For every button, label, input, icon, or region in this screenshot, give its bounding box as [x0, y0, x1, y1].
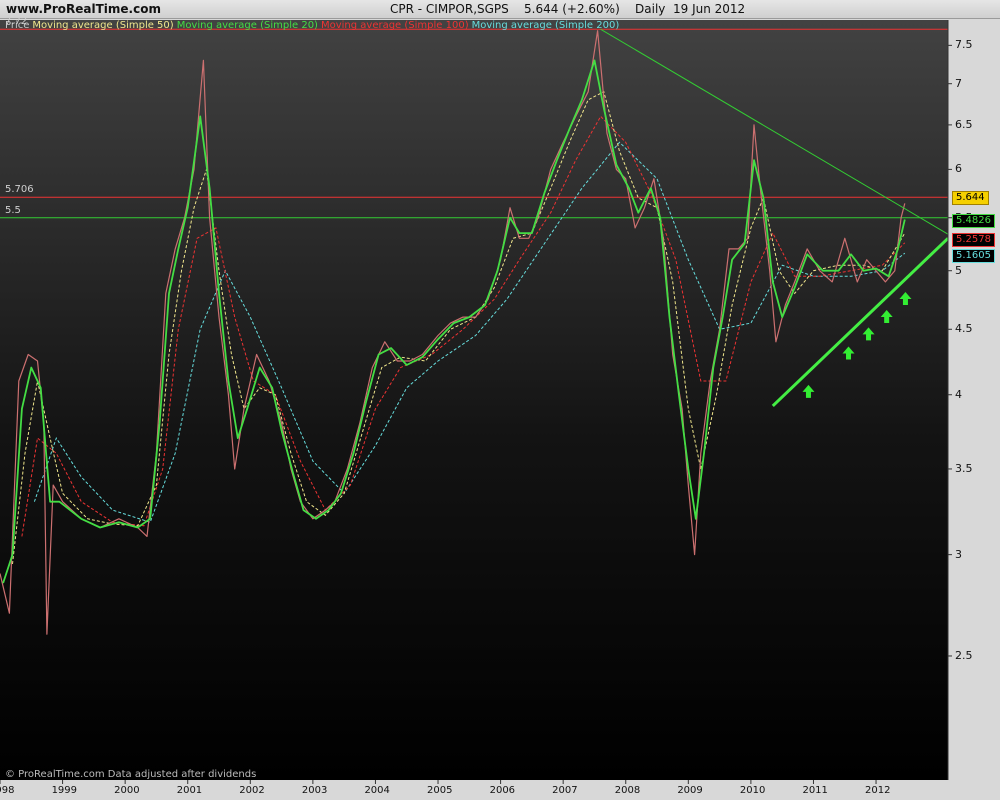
x-tick-label: 2003: [301, 785, 328, 796]
plot-background: [0, 20, 948, 780]
x-tick-label: 2008: [614, 785, 641, 796]
level-label: 7.72: [5, 16, 28, 28]
y-tick-label: 2.5: [955, 648, 973, 662]
level-label: 5.5: [5, 204, 21, 216]
y-tick-label: 5: [955, 263, 962, 277]
y-tick-label: 4: [955, 387, 962, 401]
y-axis-panel: [948, 19, 1000, 800]
legend-item: Moving average (Simple 200): [471, 20, 620, 31]
x-tick-label: 2006: [489, 785, 516, 796]
x-tick-label: 2007: [552, 785, 578, 796]
y-tick-label: 3.5: [955, 461, 973, 475]
header-bar: www.ProRealTime.com CPR - CIMPOR,SGPS 5.…: [0, 0, 1000, 19]
legend-item: Moving average (Simple 20): [176, 20, 318, 31]
x-tick-label: 1998: [0, 785, 15, 796]
footer-note: © ProRealTime.com Data adjusted after di…: [5, 769, 257, 780]
y-tick-label: 4.5: [955, 322, 973, 336]
x-tick-label: 2000: [114, 785, 140, 796]
chart-title: CPR - CIMPOR,SGPS 5.644 (+2.60%) Daily 1…: [390, 2, 746, 16]
x-tick-label: 2010: [739, 785, 766, 796]
chart-window: www.ProRealTime.com CPR - CIMPOR,SGPS 5.…: [0, 0, 1000, 800]
x-tick-label: 2012: [865, 785, 891, 796]
x-tick-label: 2005: [427, 785, 453, 796]
price-tag: 5.4826: [952, 213, 995, 228]
legend-item: Moving average (Simple 100): [320, 20, 469, 31]
price-tag: 5.2578: [952, 232, 995, 247]
x-tick-label: 2011: [802, 785, 828, 796]
legend: Price Moving average (Simple 50) Moving av…: [5, 20, 622, 31]
price-chart: [0, 19, 1000, 800]
level-label: 5.706: [5, 184, 34, 196]
site-label: www.ProRealTime.com: [6, 2, 161, 16]
y-tick-label: 7.5: [955, 38, 973, 52]
x-tick-label: 1999: [51, 785, 78, 796]
y-tick-label: 6.5: [955, 117, 973, 131]
x-tick-label: 2009: [677, 785, 703, 796]
x-tick-label: 2001: [176, 785, 203, 796]
price-tag: 5.644: [952, 191, 989, 206]
legend-item: Moving average (Simple 50): [32, 20, 174, 31]
x-tick-label: 2002: [239, 785, 265, 796]
x-tick-label: 2004: [364, 785, 390, 796]
y-tick-label: 6: [955, 162, 962, 176]
y-tick-label: 7: [955, 76, 962, 90]
y-tick-label: 3: [955, 547, 962, 561]
price-tag: 5.1605: [952, 249, 995, 264]
